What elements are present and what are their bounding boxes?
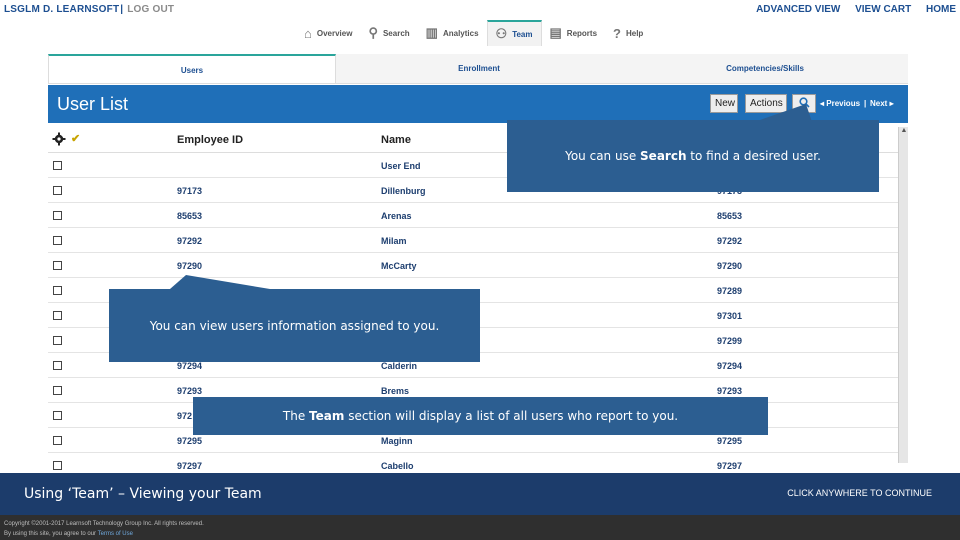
lesson-banner[interactable]: Using ‘Team’ – Viewing your Team CLICK A… [0,473,960,515]
lesson-title: Using ‘Team’ – Viewing your Team [24,486,262,502]
terms-link[interactable]: Terms of Use [98,531,133,537]
copyright-text: Copyright ©2001-2017 Learnsoft Technolog… [4,521,204,527]
terms-line: By using this site, you agree to our Ter… [4,529,960,539]
screen[interactable]: LSGLM D. LEARNSOFT| LOG OUT ADVANCED VIE… [0,0,960,540]
callout-pointers [170,104,812,289]
footer: Copyright ©2001-2017 Learnsoft Technolog… [0,515,960,540]
agree-text: By using this site, you agree to our [4,531,97,537]
continue-prompt[interactable]: CLICK ANYWHERE TO CONTINUE [787,488,932,498]
